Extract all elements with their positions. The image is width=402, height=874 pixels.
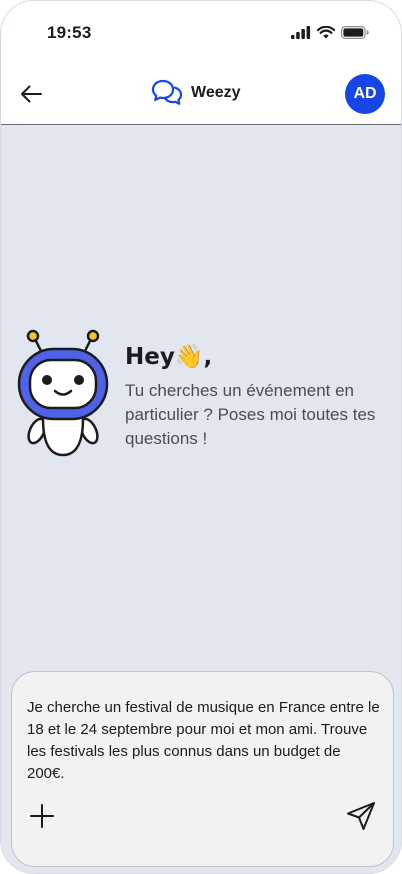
robot-mascot-icon <box>17 329 109 457</box>
message-input[interactable]: Je cherche un festival de musique en Fra… <box>27 697 382 785</box>
welcome-message: Hey👋, Tu cherches un événement en partic… <box>15 327 395 467</box>
arrow-left-icon <box>21 85 42 103</box>
send-button[interactable] <box>345 800 377 832</box>
signal-icon <box>291 26 311 39</box>
plus-icon <box>30 804 54 828</box>
status-bar: 19:53 <box>1 1 401 63</box>
chat-bubbles-icon <box>151 79 183 105</box>
message-composer: Je cherche un festival de musique en Fra… <box>11 671 394 867</box>
greeting-subtitle: Tu cherches un événement en particulier … <box>125 381 376 448</box>
app-header: Weezy AD <box>1 63 401 125</box>
battery-icon <box>341 26 369 39</box>
back-button[interactable] <box>17 81 45 107</box>
brand: Weezy <box>151 79 241 107</box>
status-time: 19:53 <box>47 23 92 42</box>
wifi-icon <box>317 26 335 39</box>
status-icons <box>291 26 369 39</box>
greeting-title: Hey👋, <box>125 344 213 370</box>
add-attachment-button[interactable] <box>28 802 56 830</box>
avatar[interactable]: AD <box>345 74 385 114</box>
phone-screen: 19:53 Weezy AD Hey👋, Tu cherches un évén… <box>0 0 402 874</box>
send-icon <box>347 802 375 830</box>
brand-name: Weezy <box>191 84 241 101</box>
